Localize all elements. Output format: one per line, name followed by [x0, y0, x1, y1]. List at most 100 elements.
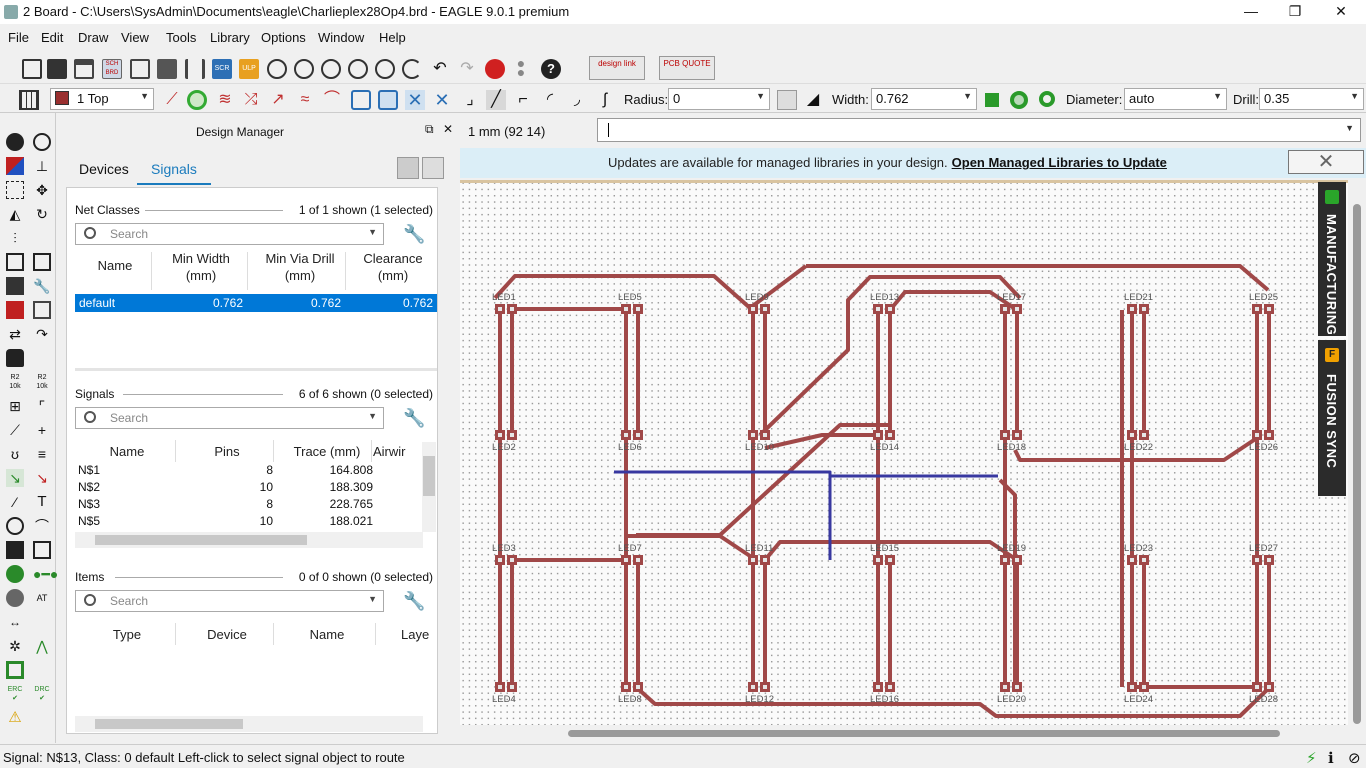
save-icon[interactable]	[47, 59, 67, 79]
canvas-vscroll-thumb[interactable]	[1353, 204, 1361, 724]
menu-window[interactable]: Window	[318, 30, 364, 45]
split-icon[interactable]: ⟋	[6, 421, 24, 439]
polygon-icon[interactable]	[33, 541, 51, 559]
move-icon[interactable]: ✥	[33, 181, 51, 199]
info-status-icon[interactable]: ℹ	[1328, 749, 1334, 767]
items-col-layer[interactable]: Laye	[401, 627, 441, 642]
wire-bend-2-icon[interactable]: ⤮	[241, 90, 261, 110]
zoom-fit-icon[interactable]	[267, 59, 287, 79]
meander-icon[interactable]: ʊ	[6, 445, 24, 463]
lightning-icon[interactable]: ⚡	[1306, 749, 1317, 767]
help-icon[interactable]: ?	[541, 59, 561, 79]
items-col-name[interactable]: Name	[287, 627, 367, 642]
drill-field[interactable]: 0.35 ▼	[1259, 88, 1364, 110]
replace-icon[interactable]	[33, 301, 51, 319]
width-field[interactable]: 0.762 ▼	[871, 88, 977, 110]
smash-icon[interactable]: ⊞	[6, 397, 24, 415]
signals-search-input[interactable]: Search ▼	[75, 407, 384, 429]
copy-icon[interactable]	[6, 253, 24, 271]
sig-col-name[interactable]: Name	[97, 444, 157, 459]
items-hscroll[interactable]	[75, 716, 423, 732]
optimize-icon[interactable]: +	[33, 421, 51, 439]
layer-select[interactable]: 1 Top ▼	[50, 88, 154, 110]
design-link-button[interactable]: design link	[589, 56, 645, 80]
minimize-button[interactable]: —	[1228, 0, 1274, 24]
wire-style-2-icon[interactable]: ╱	[486, 90, 506, 110]
text-icon[interactable]: T	[33, 493, 51, 511]
route-diff-icon[interactable]: ↘	[33, 469, 51, 487]
wire-style-3-icon[interactable]: ⌐	[513, 90, 533, 110]
undock-icon[interactable]: ⧉	[425, 122, 434, 137]
print-icon[interactable]	[74, 59, 94, 79]
tab-signals[interactable]: Signals	[137, 159, 211, 185]
add-icon[interactable]	[6, 301, 24, 319]
signals-vscroll[interactable]	[422, 442, 436, 532]
zoom-select-icon[interactable]	[348, 59, 368, 79]
board-outline-icon[interactable]	[6, 661, 24, 679]
items-search-input[interactable]: Search ▼	[75, 590, 384, 612]
wire-style-6-icon[interactable]: ʃ	[595, 90, 615, 110]
route-ignore-icon[interactable]: ✕	[432, 90, 452, 110]
pcb-drawing[interactable]: LED1 LED5 LED9 LED13 LED17 LED21 LED25 LED2 LED6…	[460, 180, 1348, 725]
trace-n10[interactable]	[998, 478, 1017, 687]
show-icon[interactable]	[33, 133, 51, 151]
rectangle-icon[interactable]	[6, 541, 24, 559]
trace-n9[interactable]	[634, 685, 1272, 718]
dimension-icon[interactable]: ↔	[6, 613, 24, 631]
delete-icon[interactable]	[6, 277, 24, 295]
redo-icon[interactable]: ↷	[457, 59, 477, 79]
via-octagon-icon[interactable]	[1039, 91, 1055, 107]
restore-button[interactable]: ❐	[1272, 0, 1318, 24]
canvas-hscroll[interactable]	[460, 725, 1349, 741]
erc-icon[interactable]: ERC ✔	[6, 685, 24, 703]
net-classes-search-input[interactable]: Search ▼	[75, 223, 384, 245]
open-icon[interactable]	[22, 59, 42, 79]
line-icon[interactable]: ⁄	[6, 493, 24, 511]
menu-edit[interactable]: Edit	[41, 30, 63, 45]
menu-library[interactable]: Library	[210, 30, 250, 45]
swap-icon[interactable]: ⇄	[6, 325, 24, 343]
close-window-button[interactable]: ✕	[1318, 0, 1364, 24]
sig-col-airwire[interactable]: Airwir	[373, 444, 423, 459]
items-col-type[interactable]: Type	[97, 627, 157, 642]
zoom-out-icon[interactable]	[321, 59, 341, 79]
script-icon[interactable]: SCR	[212, 59, 232, 79]
section-splitter[interactable]	[75, 368, 437, 371]
zoom-area-icon[interactable]	[375, 59, 395, 79]
ulp-icon[interactable]: ULP	[239, 59, 259, 79]
signals-wrench-icon[interactable]: 🔧	[403, 408, 425, 430]
radius-field[interactable]: 0 ▼	[668, 88, 770, 110]
menu-help[interactable]: Help	[379, 30, 406, 45]
attribute-icon[interactable]: AT	[33, 589, 51, 607]
go-icon[interactable]: ● ●	[515, 56, 527, 79]
trace-n4[interactable]	[888, 290, 1016, 312]
align-icon[interactable]: ⫶	[6, 229, 24, 247]
wire-style-5-icon[interactable]: ◞	[567, 90, 587, 110]
wire-bend-1-icon[interactable]: ≋	[215, 90, 235, 110]
net-classes-wrench-icon[interactable]: 🔧	[403, 224, 425, 246]
cam-icon[interactable]: SCH BRD	[102, 59, 122, 79]
chamfer-corner-icon[interactable]: ◢	[803, 90, 823, 110]
round-corner-icon[interactable]	[777, 90, 797, 110]
arc-icon[interactable]: ⌒	[33, 517, 51, 535]
items-wrench-icon[interactable]: 🔧	[403, 591, 425, 613]
sig-col-pins[interactable]: Pins	[197, 444, 257, 459]
route-icon[interactable]: ↘	[6, 469, 24, 487]
net-col-min-width[interactable]: Min Width (mm)	[155, 250, 247, 284]
lock-icon[interactable]	[6, 349, 24, 367]
value-icon[interactable]: R2 10k	[33, 373, 51, 391]
invoke-icon[interactable]: ↷	[33, 325, 51, 343]
command-line-input[interactable]: ▼	[597, 118, 1361, 142]
paste-icon[interactable]	[33, 253, 51, 271]
open-managed-libraries-link[interactable]: Open Managed Libraries to Update	[952, 155, 1167, 170]
bend-style-icon[interactable]: ⟋	[162, 90, 182, 110]
ripup-icon[interactable]: ≡	[33, 445, 51, 463]
menu-draw[interactable]: Draw	[78, 30, 108, 45]
miter-icon[interactable]	[187, 90, 207, 110]
redraw-icon[interactable]	[402, 59, 422, 79]
via-round-icon[interactable]	[1010, 91, 1028, 109]
board-icon[interactable]	[130, 59, 150, 79]
panel-close-icon[interactable]: ✕	[443, 122, 453, 136]
net-class-row-default[interactable]: default 0.762 0.762 0.762	[75, 294, 437, 312]
circle-icon[interactable]	[6, 517, 24, 535]
